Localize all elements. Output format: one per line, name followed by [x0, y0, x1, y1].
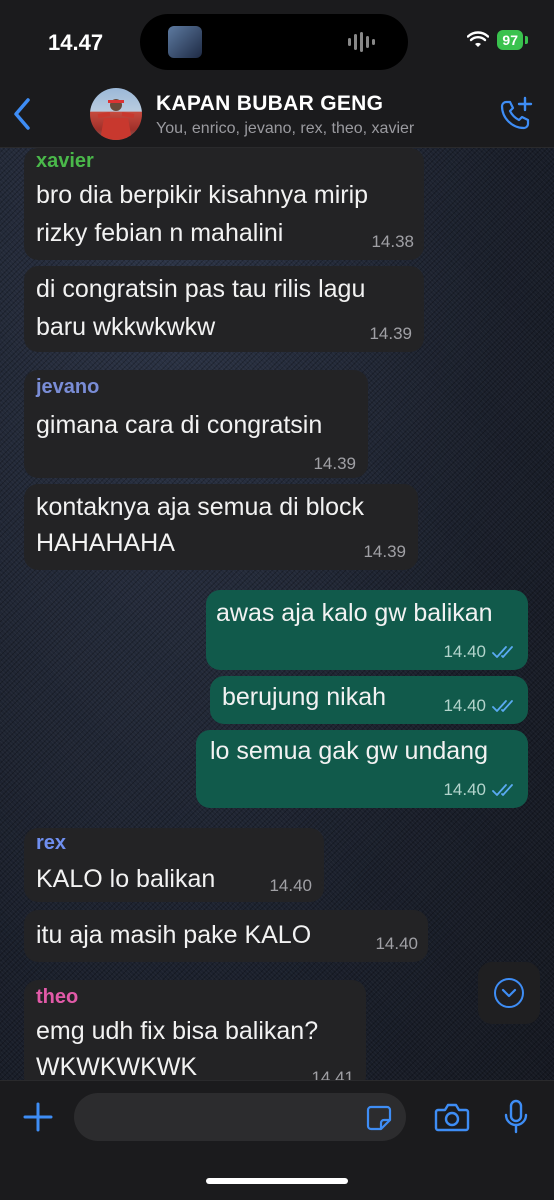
message-bubble[interactable]: theo emg udh fix bisa balikan? WKWKWKWK …	[24, 980, 366, 1080]
message-text: kontaknya aja semua di block	[36, 493, 364, 521]
message-bubble[interactable]: xavier bro dia berpikir kisahnya mirip r…	[24, 148, 424, 260]
message-text: di congratsin pas tau rilis lagu	[36, 275, 366, 303]
message-bubble[interactable]: kontaknya aja semua di block HAHAHAHA 14…	[24, 484, 418, 570]
message-time: 14.40	[443, 642, 486, 661]
battery-icon	[525, 36, 528, 44]
status-bar: 14.47 97	[0, 0, 554, 84]
status-time: 14.47	[48, 30, 104, 55]
message-text: HAHAHAHA	[36, 529, 175, 557]
sticker-icon[interactable]	[366, 1105, 392, 1131]
now-playing-artwork	[168, 26, 202, 58]
group-title[interactable]: KAPAN BUBAR GENG	[156, 92, 383, 116]
sender-name: theo	[36, 986, 79, 1008]
dynamic-island[interactable]	[140, 14, 408, 70]
mic-icon[interactable]	[504, 1099, 528, 1135]
chat-header: KAPAN BUBAR GENG You, enrico, jevano, re…	[0, 84, 554, 148]
message-bubble-outgoing[interactable]: lo semua gak gw undang 14.40	[196, 730, 528, 808]
sender-name: xavier	[36, 150, 94, 172]
scroll-down-icon	[494, 978, 524, 1008]
sender-name: jevano	[36, 376, 100, 398]
message-bubble[interactable]: di congratsin pas tau rilis lagu baru wk…	[24, 266, 424, 352]
camera-icon[interactable]	[434, 1101, 470, 1133]
group-members[interactable]: You, enrico, jevano, rex, theo, xavier	[156, 120, 414, 138]
status-icons: 97	[467, 30, 528, 50]
scroll-down-button[interactable]	[478, 962, 540, 1024]
message-text: berujung nikah	[222, 683, 387, 711]
message-bubble[interactable]: itu aja masih pake KALO 14.40	[24, 910, 428, 962]
back-arrow-icon[interactable]	[8, 94, 38, 134]
message-text: itu aja masih pake KALO	[36, 921, 312, 949]
group-call-icon[interactable]	[498, 96, 534, 132]
chat-area[interactable]: xavier bro dia berpikir kisahnya mirip r…	[0, 148, 554, 1080]
message-text: rizky febian n mahalini	[36, 219, 284, 247]
message-time: 14.39	[369, 324, 412, 343]
battery-level: 97	[497, 30, 523, 50]
double-check-icon	[492, 700, 513, 712]
message-time: 14.40	[443, 780, 486, 799]
message-text: WKWKWKWK	[36, 1053, 198, 1080]
message-time: 14.39	[313, 454, 356, 473]
message-bubble[interactable]: rex KALO lo balikan 14.40	[24, 828, 324, 902]
message-text: baru wkkwkwkw	[36, 313, 216, 341]
message-text: KALO lo balikan	[36, 865, 216, 893]
message-time: 14.40	[269, 876, 312, 895]
group-avatar[interactable]	[90, 88, 142, 140]
message-time: 14.39	[363, 542, 406, 561]
double-check-icon	[492, 784, 513, 796]
message-text: gimana cara di congratsin	[36, 411, 323, 439]
message-time: 14.40	[375, 934, 418, 953]
message-bubble[interactable]: jevano gimana cara di congratsin 14.39	[24, 370, 368, 478]
audio-wave-icon	[348, 32, 376, 52]
message-time: 14.40	[443, 696, 486, 715]
message-text: emg udh fix bisa balikan?	[36, 1017, 319, 1045]
message-time: 14.38	[371, 232, 414, 251]
double-check-icon	[492, 646, 513, 658]
message-bubble-outgoing[interactable]: berujung nikah 14.40	[210, 676, 528, 724]
plus-icon[interactable]	[22, 1101, 54, 1133]
message-text: bro dia berpikir kisahnya mirip	[36, 181, 369, 209]
sender-name: rex	[36, 832, 67, 854]
message-text: lo semua gak gw undang	[210, 737, 488, 765]
message-bubble-outgoing[interactable]: awas aja kalo gw balikan 14.40	[206, 590, 528, 670]
wifi-icon	[467, 31, 490, 47]
message-time: 14.41	[311, 1068, 354, 1080]
home-indicator[interactable]	[206, 1178, 348, 1184]
message-input[interactable]	[74, 1093, 406, 1141]
message-text: awas aja kalo gw balikan	[216, 599, 493, 627]
